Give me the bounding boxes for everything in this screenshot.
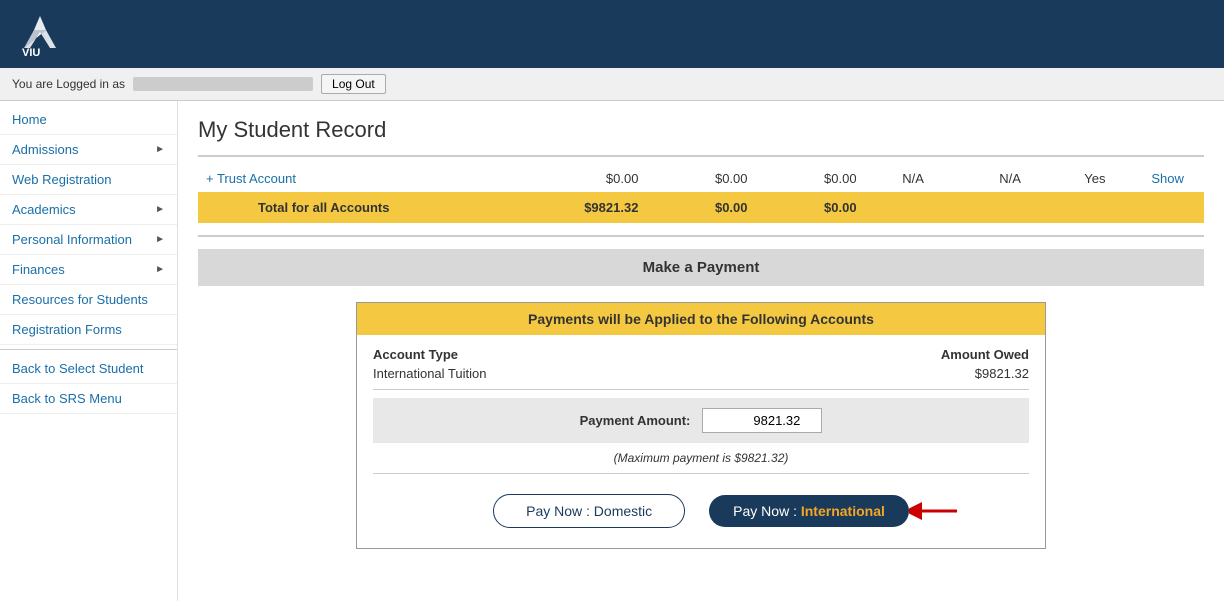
section-divider <box>198 235 1204 237</box>
layout: Home Admissions ► Web Registration Acade… <box>0 101 1224 601</box>
trust-val-4: N/A <box>865 165 962 192</box>
account-type-header-row: Account Type Amount Owed <box>373 347 1029 362</box>
svg-text:VIU: VIU <box>22 47 40 58</box>
trust-account-row: + Trust Account $0.00 $0.00 $0.00 N/A N/… <box>198 165 1204 192</box>
payment-divider-2 <box>373 473 1029 474</box>
payment-section-header: Make a Payment <box>198 249 1204 286</box>
trust-val-6: Yes <box>1059 165 1132 192</box>
payment-box-body: Account Type Amount Owed International T… <box>357 335 1045 548</box>
username-display <box>133 77 313 91</box>
sidebar-item-web-registration[interactable]: Web Registration <box>0 165 177 195</box>
amount-owed-col-header: Amount Owed <box>941 347 1029 362</box>
total-val-2: $0.00 <box>646 192 755 223</box>
total-val-3: $0.00 <box>756 192 865 223</box>
total-val-1: $9821.32 <box>537 192 646 223</box>
international-label: International <box>801 503 885 519</box>
payment-box-header: Payments will be Applied to the Followin… <box>357 303 1045 335</box>
total-row: Total for all Accounts $9821.32 $0.00 $0… <box>198 192 1204 223</box>
account-amount: $9821.32 <box>975 366 1029 381</box>
sidebar-item-back-srs[interactable]: Back to SRS Menu <box>0 384 177 414</box>
sidebar-item-admissions[interactable]: Admissions ► <box>0 135 177 165</box>
pay-now-international-button[interactable]: Pay Now : International <box>709 495 909 527</box>
main-content: My Student Record + Trust Account $0.00 … <box>178 101 1224 601</box>
pay-now-domestic-button[interactable]: Pay Now : Domestic <box>493 494 685 528</box>
payment-divider-1 <box>373 389 1029 390</box>
payment-amount-row: Payment Amount: <box>373 398 1029 443</box>
red-arrow-icon <box>909 497 959 525</box>
international-button-wrapper: Pay Now : International <box>709 495 909 527</box>
chevron-icon: ► <box>155 144 165 155</box>
sidebar-item-personal-information[interactable]: Personal Information ► <box>0 225 177 255</box>
sidebar-item-registration-forms[interactable]: Registration Forms <box>0 315 177 345</box>
payment-box: Payments will be Applied to the Followin… <box>356 302 1046 549</box>
sidebar: Home Admissions ► Web Registration Acade… <box>0 101 178 601</box>
sidebar-item-finances[interactable]: Finances ► <box>0 255 177 285</box>
viu-logo-icon: VIU <box>16 10 64 58</box>
logout-button[interactable]: Log Out <box>321 74 386 94</box>
page-title: My Student Record <box>198 117 1204 143</box>
sidebar-item-academics[interactable]: Academics ► <box>0 195 177 225</box>
trust-val-3: $0.00 <box>756 165 865 192</box>
account-detail-row: International Tuition $9821.32 <box>373 366 1029 381</box>
logo-area: VIU <box>16 10 64 58</box>
payment-amount-label: Payment Amount: <box>580 413 691 428</box>
trust-val-5: N/A <box>962 165 1059 192</box>
account-type-col-header: Account Type <box>373 347 458 362</box>
trust-val-7[interactable]: Show <box>1131 165 1204 192</box>
sidebar-divider <box>0 349 177 350</box>
payment-amount-input[interactable] <box>702 408 822 433</box>
account-name: International Tuition <box>373 366 486 381</box>
sidebar-item-back-select[interactable]: Back to Select Student <box>0 354 177 384</box>
chevron-icon-finances: ► <box>155 264 165 275</box>
logged-in-text: You are Logged in as <box>12 77 125 91</box>
chevron-icon-personal: ► <box>155 234 165 245</box>
total-label: Total for all Accounts <box>198 192 537 223</box>
trust-account-label[interactable]: + Trust Account <box>198 165 537 192</box>
max-payment-text: (Maximum payment is $9821.32) <box>373 451 1029 465</box>
header: VIU <box>0 0 1224 68</box>
sidebar-item-home[interactable]: Home <box>0 105 177 135</box>
payment-buttons-row: Pay Now : Domestic Pay Now : Internation… <box>373 482 1029 536</box>
trust-val-1: $0.00 <box>537 165 646 192</box>
chevron-icon-academics: ► <box>155 204 165 215</box>
trust-val-2: $0.00 <box>646 165 755 192</box>
sidebar-item-resources[interactable]: Resources for Students <box>0 285 177 315</box>
top-bar: You are Logged in as Log Out <box>0 68 1224 101</box>
accounts-table: + Trust Account $0.00 $0.00 $0.00 N/A N/… <box>198 165 1204 223</box>
